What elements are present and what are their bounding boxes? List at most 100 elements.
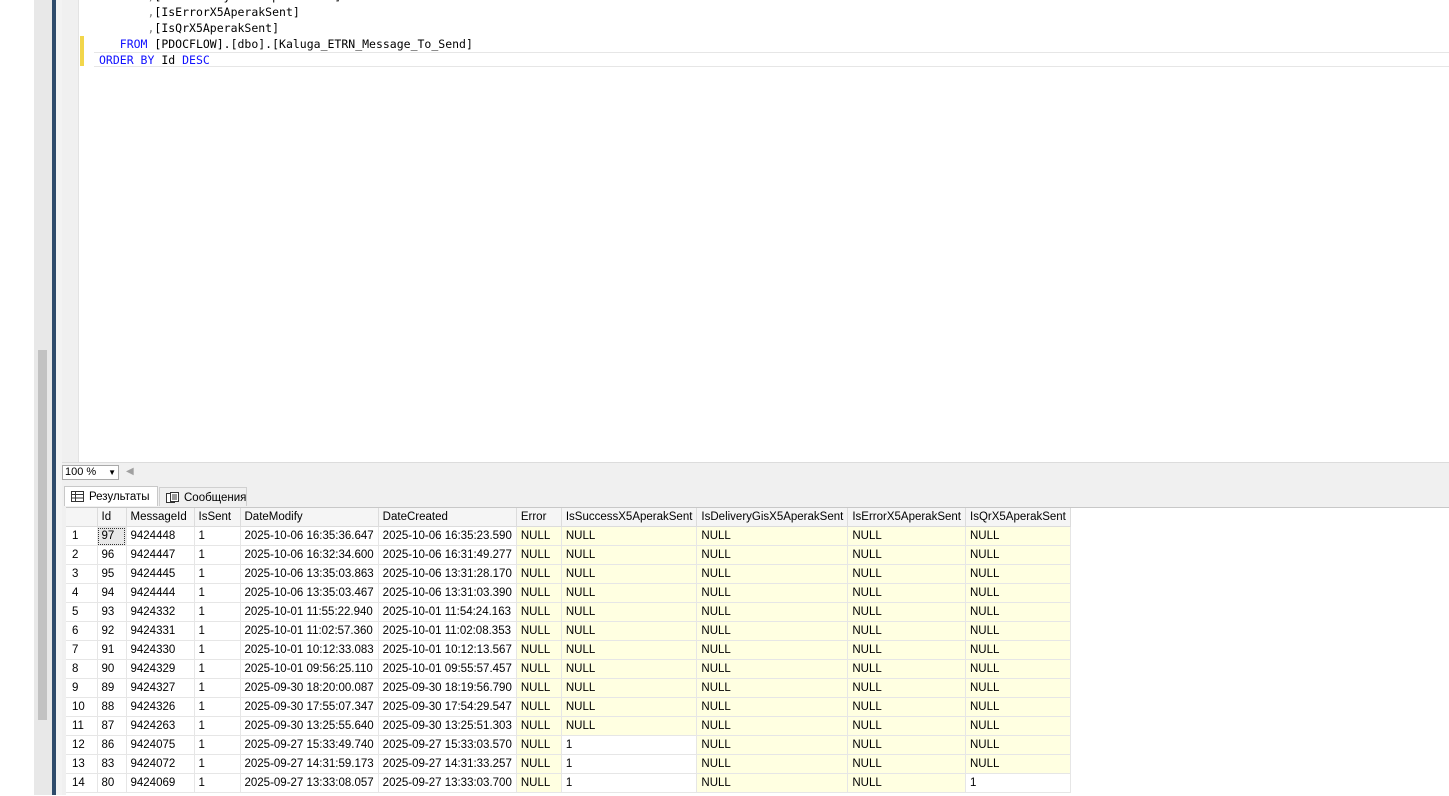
table-cell[interactable]: 2025-10-06 16:31:49.277 bbox=[378, 545, 517, 565]
table-cell[interactable]: 2025-09-27 15:33:49.740 bbox=[240, 735, 379, 755]
table-cell[interactable]: NULL bbox=[847, 526, 966, 546]
column-header[interactable]: Id bbox=[97, 508, 127, 527]
table-row[interactable]: 8 90 9424329 1 2025-10-01 09:56:25.110 2025-1… bbox=[66, 659, 1071, 679]
table-row[interactable]: 9 89 9424327 1 2025-09-30 18:20:00.087 2025-0… bbox=[66, 678, 1071, 698]
table-cell[interactable]: NULL bbox=[696, 621, 849, 641]
zoom-dropdown[interactable]: 100 % ▼ bbox=[62, 465, 119, 480]
table-cell[interactable]: NULL bbox=[561, 545, 698, 565]
table-cell[interactable]: 97 bbox=[97, 526, 127, 546]
column-header[interactable]: IsSent bbox=[194, 508, 241, 527]
table-cell[interactable]: 96 bbox=[97, 545, 127, 565]
column-header[interactable]: MessageId bbox=[126, 508, 195, 527]
table-cell[interactable]: NULL bbox=[516, 716, 562, 736]
table-cell[interactable]: 1 bbox=[194, 773, 241, 793]
table-cell[interactable]: NULL bbox=[696, 659, 849, 679]
table-cell[interactable]: 1 bbox=[194, 583, 241, 603]
table-cell[interactable]: 2025-10-01 09:56:25.110 bbox=[240, 659, 379, 679]
table-cell[interactable]: NULL bbox=[696, 526, 849, 546]
code-text[interactable]: ,[IsDeliveryGisX5AperakSent] ,[IsErrorX5… bbox=[99, 0, 473, 68]
table-cell[interactable]: NULL bbox=[516, 621, 562, 641]
table-cell[interactable]: 2025-09-30 17:54:29.547 bbox=[378, 697, 517, 717]
results-table[interactable]: Id MessageId IsSent DateModify DateCreated Er… bbox=[66, 508, 1071, 793]
row-number[interactable]: 9 bbox=[66, 678, 98, 698]
table-cell[interactable]: 1 bbox=[194, 697, 241, 717]
table-cell[interactable]: 1 bbox=[194, 545, 241, 565]
table-cell[interactable]: NULL bbox=[847, 754, 966, 774]
table-row[interactable]: 11 87 9424263 1 2025-09-30 13:25:55.640 2025-… bbox=[66, 716, 1071, 736]
table-row[interactable]: 12 86 9424075 1 2025-09-27 15:33:49.740 2025-… bbox=[66, 735, 1071, 755]
table-cell[interactable]: NULL bbox=[847, 583, 966, 603]
table-cell[interactable]: NULL bbox=[847, 735, 966, 755]
table-cell[interactable]: NULL bbox=[516, 526, 562, 546]
table-cell[interactable]: 9424331 bbox=[126, 621, 195, 641]
row-number[interactable]: 3 bbox=[66, 564, 98, 584]
table-cell[interactable]: NULL bbox=[847, 602, 966, 622]
table-cell[interactable]: 2025-10-01 09:55:57.457 bbox=[378, 659, 517, 679]
table-row[interactable]: 13 83 9424072 1 2025-09-27 14:31:59.173 2025-… bbox=[66, 754, 1071, 774]
table-cell[interactable]: NULL bbox=[516, 545, 562, 565]
table-cell[interactable]: NULL bbox=[696, 697, 849, 717]
table-cell[interactable]: NULL bbox=[696, 678, 849, 698]
table-cell[interactable]: NULL bbox=[516, 754, 562, 774]
column-header[interactable]: Error bbox=[516, 508, 562, 527]
table-cell[interactable]: 87 bbox=[97, 716, 127, 736]
table-cell[interactable]: NULL bbox=[965, 545, 1071, 565]
row-number[interactable]: 5 bbox=[66, 602, 98, 622]
table-cell[interactable]: NULL bbox=[696, 640, 849, 660]
table-cell[interactable]: 2025-10-01 10:12:13.567 bbox=[378, 640, 517, 660]
query-editor[interactable]: ,[IsDeliveryGisX5AperakSent] ,[IsErrorX5… bbox=[62, 0, 1449, 462]
column-header[interactable]: IsSuccessX5AperakSent bbox=[561, 508, 698, 527]
table-cell[interactable]: 1 bbox=[561, 735, 698, 755]
table-row[interactable]: 7 91 9424330 1 2025-10-01 10:12:33.083 2025-1… bbox=[66, 640, 1071, 660]
table-cell[interactable]: NULL bbox=[516, 735, 562, 755]
table-cell[interactable]: NULL bbox=[561, 697, 698, 717]
table-cell[interactable]: 9424326 bbox=[126, 697, 195, 717]
row-number[interactable]: 4 bbox=[66, 583, 98, 603]
table-cell[interactable]: NULL bbox=[516, 697, 562, 717]
table-cell[interactable]: NULL bbox=[847, 545, 966, 565]
table-cell[interactable]: NULL bbox=[561, 640, 698, 660]
table-cell[interactable]: NULL bbox=[696, 545, 849, 565]
table-cell[interactable]: 1 bbox=[965, 773, 1071, 793]
table-cell[interactable]: 1 bbox=[194, 564, 241, 584]
table-cell[interactable]: NULL bbox=[516, 602, 562, 622]
table-cell[interactable]: NULL bbox=[696, 602, 849, 622]
column-header[interactable]: IsQrX5AperakSent bbox=[965, 508, 1071, 527]
table-cell[interactable]: 9424069 bbox=[126, 773, 195, 793]
table-cell[interactable]: 9424329 bbox=[126, 659, 195, 679]
table-cell[interactable]: 2025-09-27 13:33:08.057 bbox=[240, 773, 379, 793]
scroll-left-icon[interactable]: ◀ bbox=[126, 466, 134, 477]
results-grid[interactable]: Id MessageId IsSent DateModify DateCreated Er… bbox=[66, 507, 1449, 796]
row-number[interactable]: 13 bbox=[66, 754, 98, 774]
row-number[interactable]: 1 bbox=[66, 526, 98, 546]
table-cell[interactable]: 1 bbox=[194, 735, 241, 755]
table-cell[interactable]: 9424445 bbox=[126, 564, 195, 584]
table-cell[interactable]: NULL bbox=[847, 697, 966, 717]
table-cell[interactable]: NULL bbox=[516, 773, 562, 793]
table-cell[interactable]: NULL bbox=[516, 564, 562, 584]
column-header[interactable]: IsDeliveryGisX5AperakSent bbox=[696, 508, 849, 527]
table-cell[interactable]: 9424332 bbox=[126, 602, 195, 622]
table-cell[interactable]: NULL bbox=[561, 564, 698, 584]
table-cell[interactable]: 2025-10-06 13:31:03.390 bbox=[378, 583, 517, 603]
table-cell[interactable]: NULL bbox=[696, 773, 849, 793]
table-cell[interactable]: 90 bbox=[97, 659, 127, 679]
table-cell[interactable]: 91 bbox=[97, 640, 127, 660]
table-cell[interactable]: NULL bbox=[965, 678, 1071, 698]
row-number[interactable]: 2 bbox=[66, 545, 98, 565]
table-cell[interactable]: 9424447 bbox=[126, 545, 195, 565]
table-cell[interactable]: 2025-09-30 18:20:00.087 bbox=[240, 678, 379, 698]
table-cell[interactable]: NULL bbox=[516, 640, 562, 660]
table-cell[interactable]: 9424330 bbox=[126, 640, 195, 660]
table-cell[interactable]: 88 bbox=[97, 697, 127, 717]
table-cell[interactable]: NULL bbox=[696, 716, 849, 736]
table-cell[interactable]: 9424327 bbox=[126, 678, 195, 698]
table-cell[interactable]: NULL bbox=[847, 640, 966, 660]
table-cell[interactable]: NULL bbox=[516, 583, 562, 603]
row-number[interactable]: 14 bbox=[66, 773, 98, 793]
tab-results[interactable]: Результаты bbox=[64, 486, 158, 506]
table-cell[interactable]: 1 bbox=[194, 640, 241, 660]
table-cell[interactable]: NULL bbox=[516, 659, 562, 679]
table-cell[interactable]: NULL bbox=[561, 602, 698, 622]
table-cell[interactable]: NULL bbox=[965, 754, 1071, 774]
